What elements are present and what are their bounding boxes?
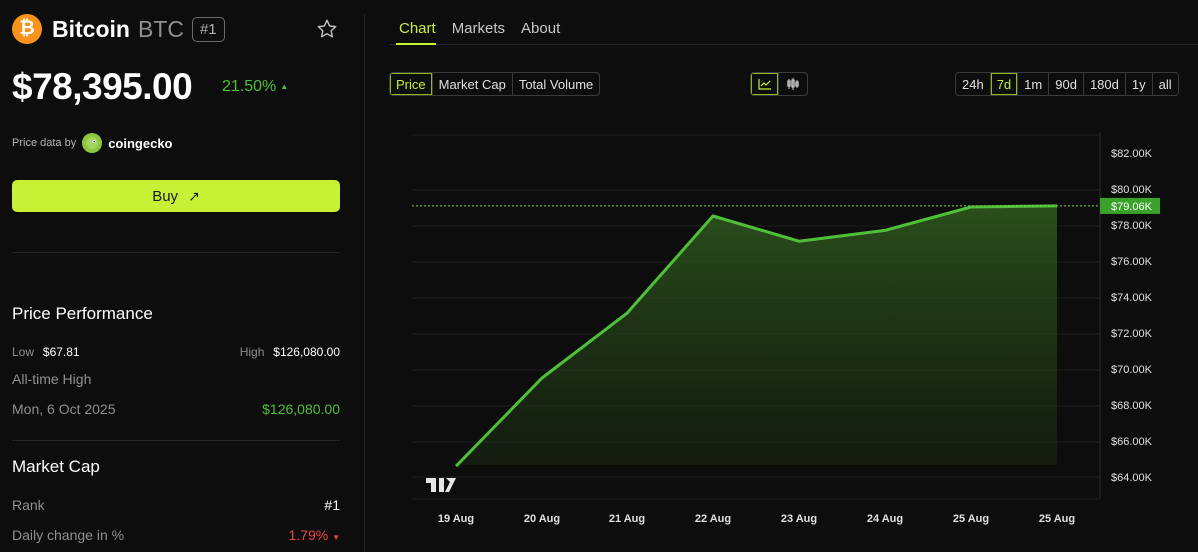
y-tick-label: $72.00K	[1111, 328, 1153, 340]
x-tick-label: 22 Aug	[695, 513, 731, 525]
current-price-label: $79.06K	[1111, 201, 1153, 213]
tradingview-logo-shape	[426, 478, 456, 492]
y-tick-label: $82.00K	[1111, 148, 1153, 160]
y-tick-label: $78.00K	[1111, 220, 1153, 232]
x-tick-label: 25 Aug	[1039, 513, 1075, 525]
y-tick-label: $74.00K	[1111, 292, 1153, 304]
y-tick-label: $66.00K	[1111, 436, 1153, 448]
x-tick-label: 24 Aug	[867, 513, 903, 525]
y-tick-label: $70.00K	[1111, 364, 1153, 376]
price-area	[456, 205, 1057, 467]
price-chart[interactable]: $82.00K $80.00K $78.00K $76.00K $74.00K $72.0…	[0, 0, 1198, 552]
y-tick-label: $80.00K	[1111, 184, 1153, 196]
y-tick-label: $76.00K	[1111, 256, 1153, 268]
y-tick-label: $64.00K	[1111, 472, 1153, 484]
x-tick-label: 19 Aug	[438, 513, 474, 525]
x-tick-label: 21 Aug	[609, 513, 645, 525]
x-tick-label: 20 Aug	[524, 513, 560, 525]
y-tick-label: $68.00K	[1111, 400, 1153, 412]
x-tick-label: 25 Aug	[953, 513, 989, 525]
x-tick-label: 23 Aug	[781, 513, 817, 525]
